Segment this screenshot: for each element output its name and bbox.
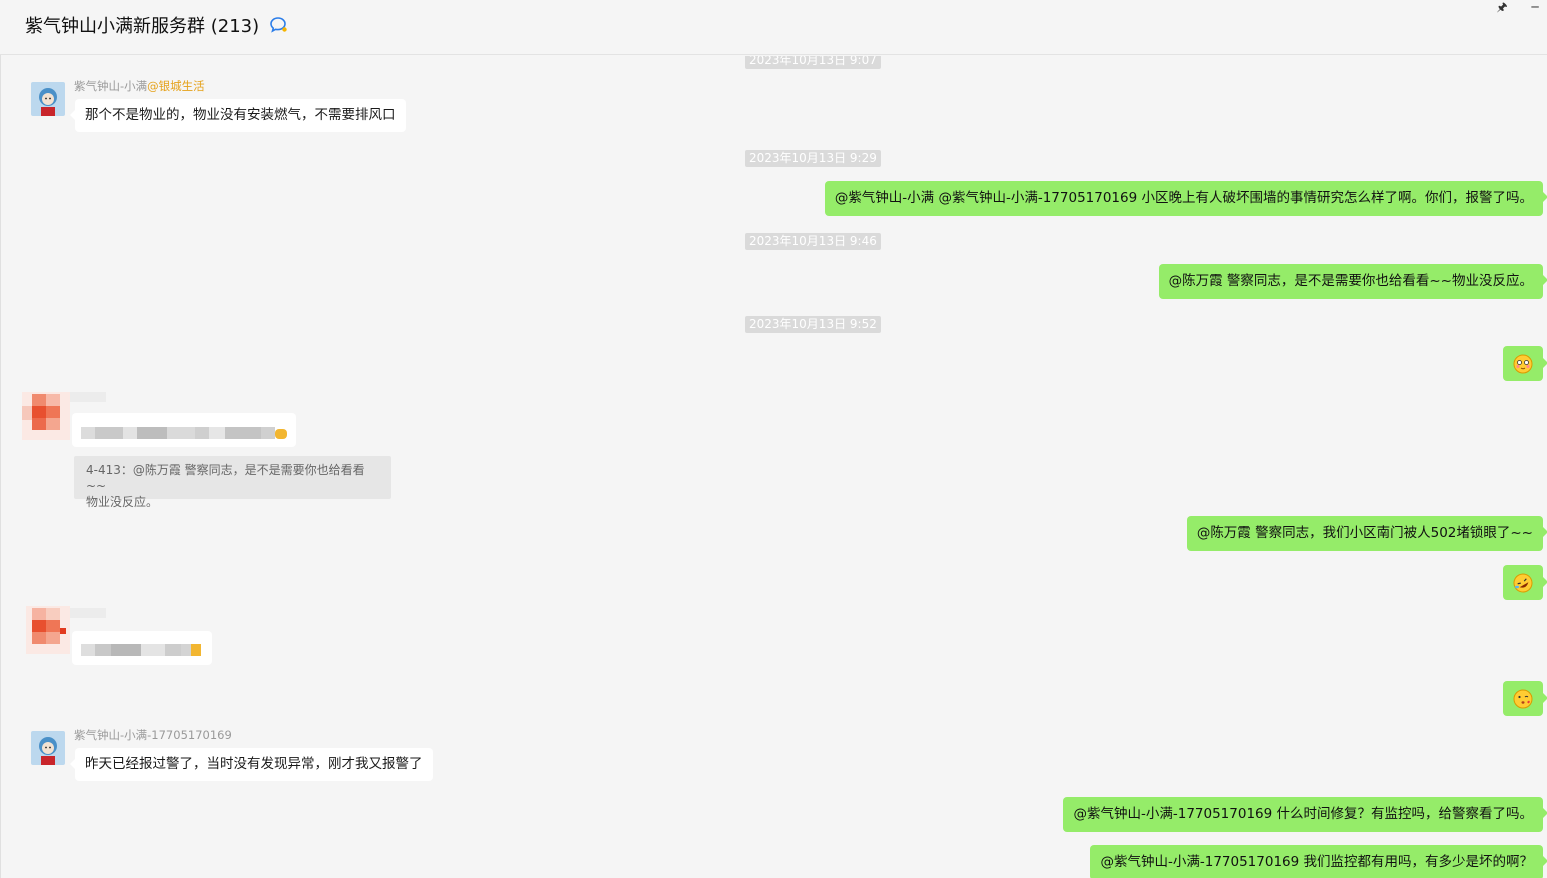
blurred-avatar[interactable] <box>22 392 70 440</box>
outgoing-emoji-message[interactable] <box>1503 681 1547 716</box>
quoted-message-line: 4-413：@陈万霞 警察同志，是不是需要你也给看看~~ <box>86 463 365 493</box>
message-timestamp: 2023年10月13日 9:29 <box>745 150 881 167</box>
blurred-avatar[interactable] <box>26 606 70 654</box>
message-timestamp: 2023年10月13日 9:52 <box>745 316 881 333</box>
quoted-message-line: 物业没反应。 <box>86 495 159 509</box>
chat-header: 紫气钟山小满新服务群 (213) 🖈 ─ <box>0 0 1547 55</box>
sender-name-text: 紫气钟山-小满 <box>74 79 148 93</box>
avatar[interactable] <box>31 731 65 765</box>
blurred-sender-name <box>70 608 106 618</box>
minimize-icon: ─ <box>1531 0 1539 14</box>
sender-tag: @银城生活 <box>147 79 205 93</box>
quoted-message[interactable]: 4-413：@陈万霞 警察同志，是不是需要你也给看看~~ 物业没反应。 <box>74 456 391 509</box>
chat-bubble-icon[interactable] <box>269 16 289 39</box>
incoming-message-bubble[interactable]: 昨天已经报过警了，当时没有发现异常，刚才我又报警了 <box>70 748 433 781</box>
message-timestamp: 2023年10月13日 9:46 <box>745 233 881 250</box>
outgoing-message-bubble[interactable]: @陈万霞 警察同志，我们小区南门被人502堵锁眼了~~ <box>1186 516 1547 551</box>
outgoing-emoji-message[interactable] <box>1503 346 1547 381</box>
blurred-sender-name <box>70 392 106 402</box>
blurred-message-bubble[interactable] <box>72 413 296 447</box>
message-timestamp: 2023年10月13日 9:07 <box>745 56 881 69</box>
incoming-message-bubble[interactable]: 那个不是物业的，物业没有安装燃气，不需要排风口 <box>70 99 406 132</box>
outgoing-message-bubble[interactable]: @紫气钟山-小满-17705170169 什么时间修复？有监控吗，给警察看了吗。 <box>1063 797 1547 832</box>
blushing-face-icon <box>1513 354 1533 374</box>
outgoing-message-bubble[interactable]: @紫气钟山-小满 @紫气钟山-小满-17705170169 小区晚上有人破坏围墙… <box>824 181 1547 216</box>
sender-name: 紫气钟山-小满@银城生活 <box>74 78 205 94</box>
outgoing-emoji-message[interactable] <box>1503 565 1547 600</box>
chat-title[interactable]: 紫气钟山小满新服务群 (213) <box>25 12 289 39</box>
chat-title-text: 紫气钟山小满新服务群 (213) <box>25 16 260 37</box>
sender-name: 紫气钟山-小满-17705170169 <box>74 728 232 742</box>
outgoing-message-bubble[interactable]: @陈万霞 警察同志，是不是需要你也给看看~~物业没反应。 <box>1158 264 1547 299</box>
avatar[interactable] <box>31 82 65 116</box>
kissing-face-icon <box>1513 689 1533 709</box>
minimize-window-button[interactable]: ─ <box>1525 0 1545 14</box>
blurred-message-bubble[interactable] <box>72 631 212 665</box>
outgoing-message-bubble[interactable]: @紫气钟山-小满-17705170169 我们监控都有用吗，有多少是坏的啊？ <box>1090 845 1547 878</box>
rolling-laughing-face-icon <box>1513 573 1533 593</box>
pin-icon: 🖈 <box>1496 0 1508 14</box>
message-list[interactable]: 2023年10月13日 9:07 紫气钟山-小满@银城生活 那个不是物业的，物业… <box>0 56 1547 878</box>
pin-window-button[interactable]: 🖈 <box>1492 0 1512 14</box>
